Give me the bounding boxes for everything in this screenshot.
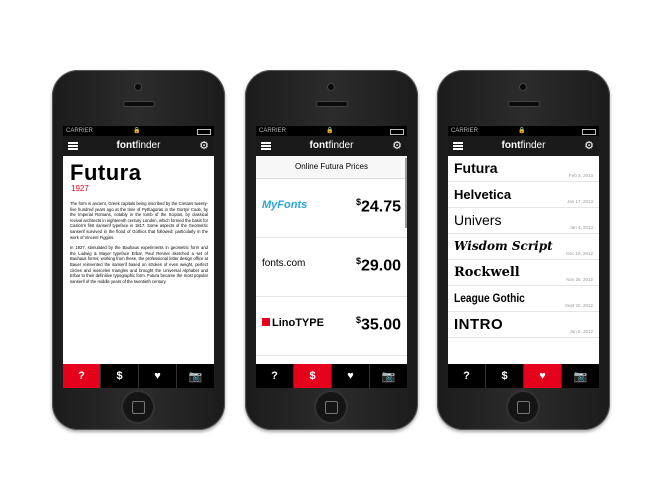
tab-favorites[interactable]: ♥ <box>138 364 176 388</box>
speaker-grill <box>509 102 539 106</box>
lock-icon: 🔒 <box>326 128 334 134</box>
home-button[interactable] <box>123 392 153 422</box>
tab-favorites[interactable]: ♥ <box>331 364 369 388</box>
tab-camera[interactable]: 📷 <box>176 364 214 388</box>
font-list-item[interactable]: League Gothic Sept 20, 2012 <box>448 286 599 312</box>
tab-favorites[interactable]: ♥ <box>523 364 561 388</box>
gear-icon[interactable]: ⚙ <box>199 139 209 152</box>
screen-prices: CARRIER 🔒 fontfinder ⚙ Online Futura Pri… <box>256 126 407 388</box>
font-name: Univers <box>454 212 502 228</box>
font-list-item[interactable]: INTRO Jun 8, 2012 <box>448 312 599 338</box>
front-camera <box>520 84 526 90</box>
tab-help[interactable]: ? <box>256 364 293 388</box>
font-name: Helvetica <box>454 187 512 202</box>
tab-help[interactable]: ? <box>63 364 100 388</box>
font-list-item[interactable]: Univers Jan 4, 2013 <box>448 208 599 234</box>
font-name: Rockwell <box>454 265 520 280</box>
font-name: League Gothic <box>454 291 525 305</box>
tab-bar: ? $ ♥ 📷 <box>448 364 599 388</box>
font-title: Futura <box>70 160 142 185</box>
vendor-price: $35.00 <box>355 315 401 334</box>
vendor-logo-fontscom: fonts.com <box>262 258 306 269</box>
phone-1: CARRIER 🔒 fontfinder ⚙ Futura 1927 The f… <box>52 70 225 430</box>
battery-icon <box>390 129 404 135</box>
status-bar: CARRIER 🔒 <box>256 126 407 136</box>
font-name: Wisdom Script <box>454 239 553 253</box>
tab-prices[interactable]: $ <box>293 364 331 388</box>
carrier-label: CARRIER <box>259 128 287 134</box>
app-logo: fontfinder <box>309 140 354 151</box>
vendor-row-linotype[interactable]: LinoTYPE $35.00 <box>256 297 407 356</box>
saved-date: Jan 4, 2013 <box>569 225 593 230</box>
vendor-row-myfonts[interactable]: MyFonts $24.75 <box>256 179 407 238</box>
phone-3: CARRIER 🔒 fontfinder ⚙ Futura Feb 3, 201… <box>437 70 610 430</box>
tab-prices[interactable]: $ <box>100 364 138 388</box>
vendor-price: $29.00 <box>355 256 401 275</box>
home-button[interactable] <box>316 392 346 422</box>
vendor-logo-linotype: LinoTYPE <box>262 317 324 329</box>
lock-icon: 🔒 <box>518 128 526 134</box>
carrier-label: CARRIER <box>66 128 94 134</box>
tab-prices[interactable]: $ <box>485 364 523 388</box>
phone-2: CARRIER 🔒 fontfinder ⚙ Online Futura Pri… <box>245 70 418 430</box>
prices-heading: Online Futura Prices <box>256 156 407 179</box>
vendor-price: $24.75 <box>355 197 401 216</box>
font-list-item[interactable]: Rockwell Nov 26, 2012 <box>448 260 599 286</box>
front-camera <box>135 84 141 90</box>
linotype-mark-icon <box>262 318 270 326</box>
font-name: Futura <box>454 160 498 176</box>
status-bar: CARRIER 🔒 <box>448 126 599 136</box>
tab-camera[interactable]: 📷 <box>369 364 407 388</box>
font-list-item[interactable]: Futura Feb 3, 2013 <box>448 156 599 182</box>
app-logo: fontfinder <box>116 140 161 151</box>
battery-icon <box>197 129 211 135</box>
vendor-row-fontscom[interactable]: fonts.com $29.00 <box>256 238 407 297</box>
speaker-grill <box>317 102 347 106</box>
battery-icon <box>582 129 596 135</box>
vendor-logo-myfonts: MyFonts <box>262 199 308 211</box>
nav-bar: fontfinder ⚙ <box>448 136 599 156</box>
description-paragraph: In 1927, stimulated by the Bauhaus exper… <box>70 245 208 284</box>
front-camera <box>328 84 334 90</box>
gear-icon[interactable]: ⚙ <box>584 139 594 152</box>
font-description: The form is ancient, Greek capitals bein… <box>70 201 208 284</box>
saved-date: Dec 19, 2012 <box>566 251 593 256</box>
saved-date: Sept 20, 2012 <box>564 303 593 308</box>
app-logo: fontfinder <box>501 140 546 151</box>
font-list-item[interactable]: Helvetica Jan 17, 2013 <box>448 182 599 208</box>
tab-bar: ? $ ♥ 📷 <box>256 364 407 388</box>
saved-date: Jan 17, 2013 <box>566 199 593 204</box>
tab-help[interactable]: ? <box>448 364 485 388</box>
tab-bar: ? $ ♥ 📷 <box>63 364 214 388</box>
carrier-label: CARRIER <box>451 128 479 134</box>
nav-bar: fontfinder ⚙ <box>256 136 407 156</box>
font-name: INTRO <box>454 316 504 333</box>
tab-camera[interactable]: 📷 <box>561 364 599 388</box>
font-year: 1927 <box>71 184 89 193</box>
screen-favorites: CARRIER 🔒 fontfinder ⚙ Futura Feb 3, 201… <box>448 126 599 388</box>
gear-icon[interactable]: ⚙ <box>392 139 402 152</box>
font-list-item[interactable]: Wisdom Script Dec 19, 2012 <box>448 234 599 260</box>
description-paragraph: The form is ancient, Greek capitals bein… <box>70 201 208 240</box>
speaker-grill <box>124 102 154 106</box>
nav-bar: fontfinder ⚙ <box>63 136 214 156</box>
saved-date: Nov 26, 2012 <box>566 277 593 282</box>
home-button[interactable] <box>508 392 538 422</box>
screen-font-detail: CARRIER 🔒 fontfinder ⚙ Futura 1927 The f… <box>63 126 214 388</box>
status-bar: CARRIER 🔒 <box>63 126 214 136</box>
saved-date: Feb 3, 2013 <box>568 173 593 178</box>
lock-icon: 🔒 <box>133 128 141 134</box>
saved-date: Jun 8, 2012 <box>569 329 593 334</box>
